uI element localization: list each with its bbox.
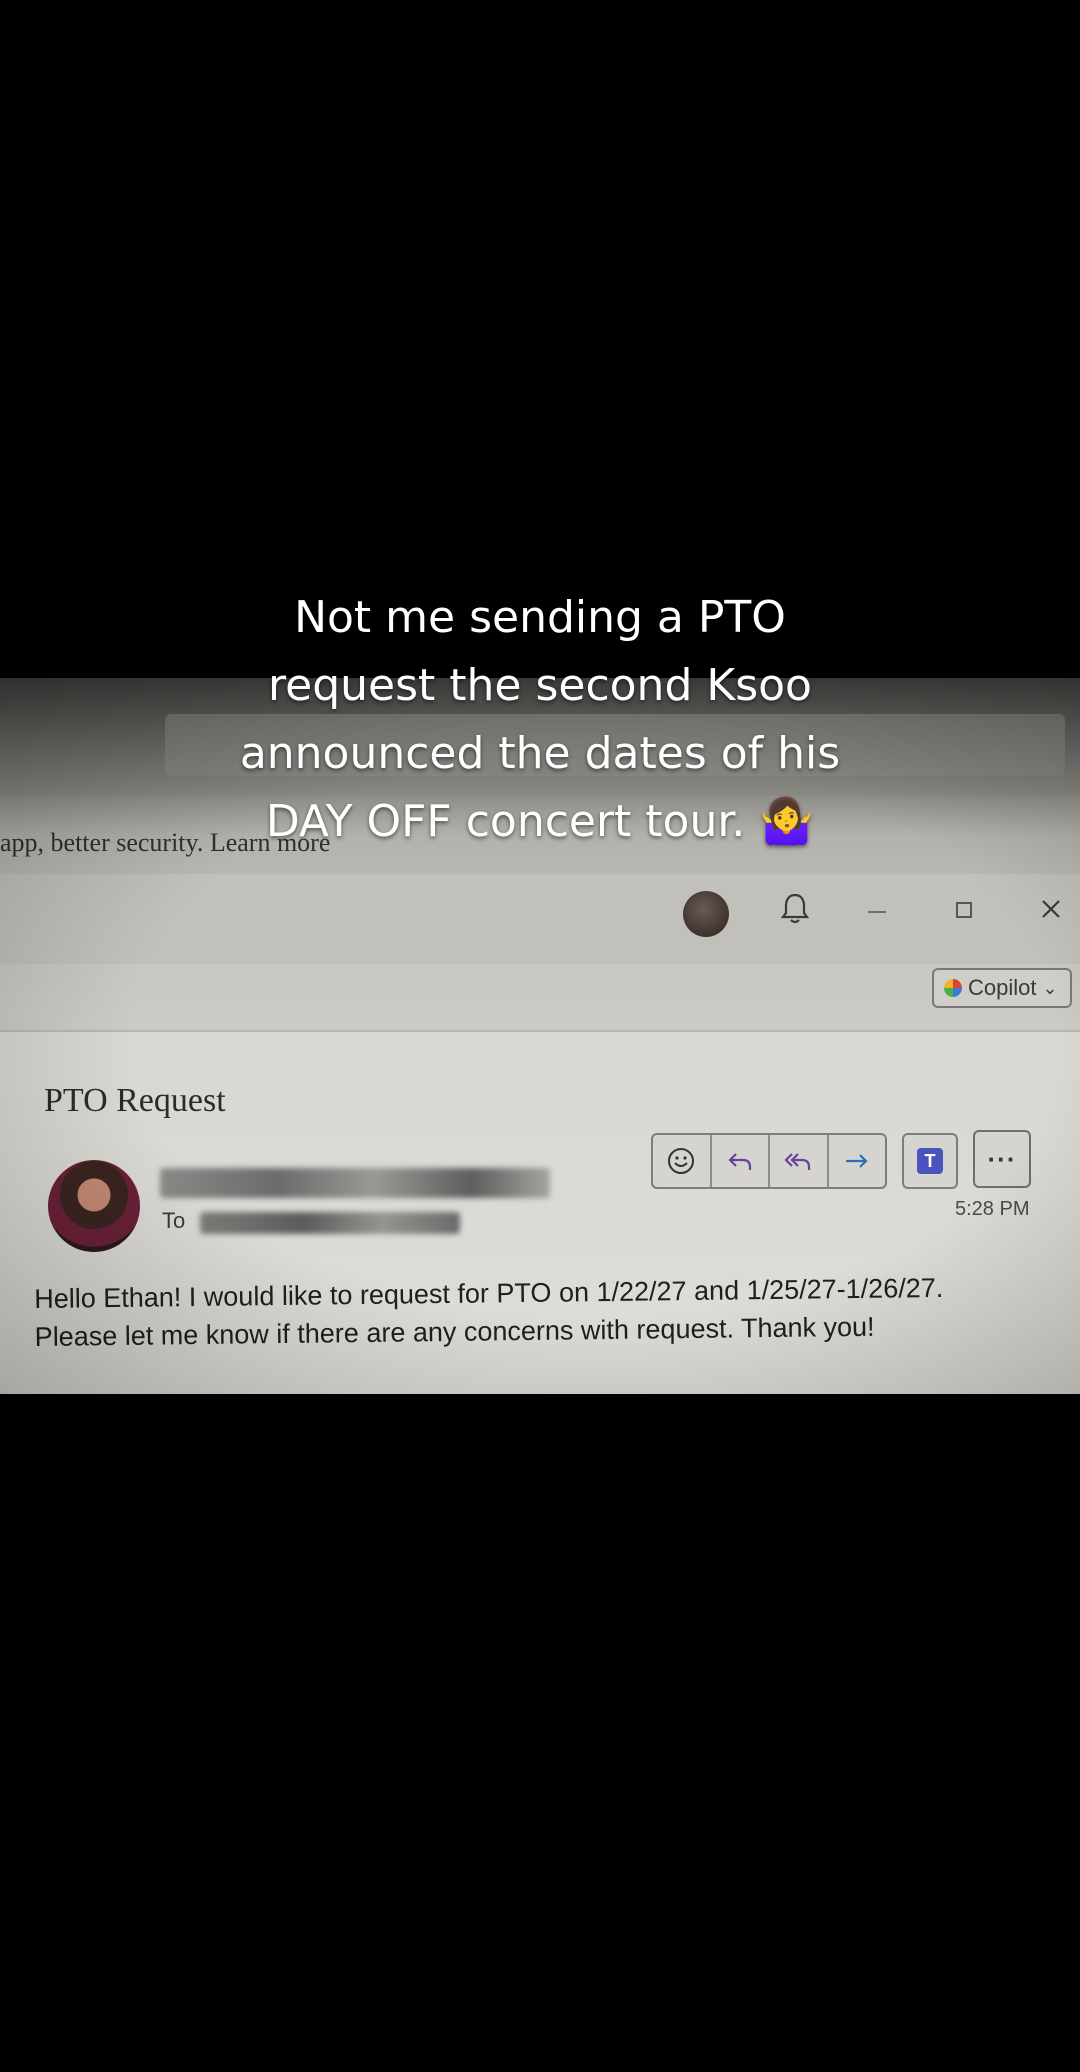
profile-avatar[interactable]: [683, 891, 729, 937]
shrug-emoji-icon: 🤷‍♀️: [759, 796, 815, 847]
message-action-group: [651, 1133, 887, 1189]
copilot-button[interactable]: Copilot ⌄: [932, 968, 1072, 1008]
email-subject: PTO Request: [44, 1082, 226, 1119]
reply-all-icon: [784, 1153, 811, 1170]
teams-button[interactable]: T: [902, 1133, 958, 1189]
email-timestamp: 5:28 PM: [955, 1198, 1030, 1220]
caption-line: request the second Ksoo: [268, 660, 812, 711]
outlook-title-bar: [0, 874, 1080, 964]
recipient-name-redacted: [200, 1212, 460, 1234]
caption-line: announced the dates of his: [239, 728, 841, 779]
sender-name-redacted: [160, 1168, 550, 1198]
teams-icon: T: [917, 1148, 943, 1174]
to-label: To: [162, 1208, 186, 1233]
video-caption: Not me sending a PTO request the second …: [120, 584, 960, 856]
reply-button[interactable]: [712, 1135, 770, 1187]
copilot-label: Copilot: [968, 975, 1037, 1000]
forward-button[interactable]: [829, 1135, 886, 1187]
copilot-icon: [944, 979, 962, 997]
emoji-react-icon: [668, 1148, 695, 1174]
caption-line: DAY OFF concert tour. 🤷‍♀️: [120, 788, 960, 856]
maximize-icon[interactable]: [956, 902, 972, 918]
emoji-react-button[interactable]: [653, 1135, 712, 1187]
sender-avatar[interactable]: [48, 1160, 140, 1252]
chevron-down-icon: ⌄: [1042, 977, 1058, 998]
reply-all-button[interactable]: [770, 1135, 829, 1187]
reply-icon: [728, 1153, 751, 1170]
caption-line-text: DAY OFF concert tour.: [265, 796, 746, 847]
bell-icon[interactable]: [780, 892, 810, 926]
close-icon[interactable]: [1040, 898, 1062, 920]
more-options-button[interactable]: ···: [973, 1130, 1031, 1188]
caption-line: Not me sending a PTO: [294, 592, 786, 643]
email-body: Hello Ethan! I would like to request for…: [34, 1267, 1075, 1356]
minimize-icon[interactable]: [868, 911, 886, 913]
forward-icon: [845, 1154, 868, 1168]
